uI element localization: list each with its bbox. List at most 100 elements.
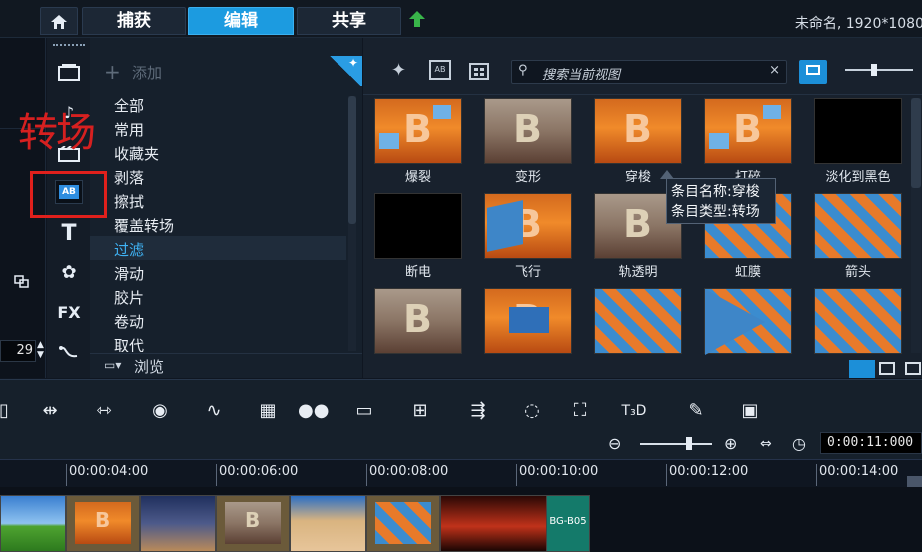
color-icon[interactable]: ◉ <box>146 400 174 422</box>
spin-arrows[interactable]: ▲ ▼ <box>37 340 44 360</box>
capture-icon[interactable]: ▣ <box>736 400 764 422</box>
transition-item[interactable] <box>695 288 795 378</box>
add-label: 添加 <box>132 64 163 82</box>
multi-icon[interactable]: ●● <box>298 400 329 422</box>
media-icon[interactable] <box>55 60 83 84</box>
fit-icon[interactable]: ⇔ <box>760 436 772 452</box>
clear-search-icon[interactable]: × <box>769 63 780 78</box>
video-track: B B BG-B05 <box>0 487 922 552</box>
motion-icon[interactable]: ⇶ <box>464 400 492 422</box>
category-panel: ✦ + 添加 全部 常用 收藏夹 剥落 擦拭 覆盖转场 过滤 滑动 胶片 卷动 … <box>90 38 362 378</box>
transition-clip[interactable] <box>366 495 440 552</box>
video-clip[interactable] <box>0 495 66 552</box>
tooltip-type: 条目类型:转场 <box>671 204 760 220</box>
video-clip[interactable] <box>440 495 548 552</box>
list-view-icon[interactable] <box>849 360 875 378</box>
timecode-display[interactable]: 0:00:11:000 <box>820 432 922 454</box>
category-item[interactable]: 滑动 <box>114 262 342 286</box>
background-clip[interactable]: BG-B05 <box>546 495 590 552</box>
search-box[interactable]: ⚲ 搜索当前视图 × <box>511 60 787 84</box>
category-item[interactable]: 全部 <box>114 94 342 118</box>
crop-icon[interactable]: ⛶ <box>566 400 594 422</box>
category-item[interactable]: 取代 <box>114 334 342 352</box>
3d-title-icon[interactable]: T₃D <box>620 400 648 422</box>
transition-label: 箭头 <box>844 265 871 280</box>
transition-item[interactable]: B 飞行 <box>475 193 575 285</box>
category-item[interactable]: 胶片 <box>114 286 342 310</box>
spin-value[interactable]: 29 <box>0 340 36 362</box>
browse-button[interactable]: ▭▾ 浏览 <box>90 353 362 379</box>
graphics-icon[interactable]: ✿ <box>55 260 83 284</box>
paint-icon[interactable]: ✎ <box>682 400 710 422</box>
link-icon[interactable] <box>14 274 30 288</box>
track-manager-icon[interactable]: ▯ <box>0 400 18 422</box>
transition-grid: B爆裂B变形B穿梭B打碎淡化到黑色断电B飞行B轨透明虹膜箭头BB <box>363 98 922 378</box>
transition-item[interactable]: B 变形 <box>475 98 575 190</box>
category-item-selected[interactable]: 过滤 <box>114 238 342 262</box>
audio-mix-icon[interactable]: ∿ <box>200 400 228 422</box>
apply-transition-icon[interactable]: AB <box>429 60 451 80</box>
transition-clip[interactable]: B <box>66 495 140 552</box>
transition-item[interactable]: B打碎 <box>695 98 795 190</box>
transition-label: 变形 <box>514 170 541 185</box>
category-item[interactable]: 擦拭 <box>114 190 342 214</box>
title-icon[interactable]: T <box>55 221 83 246</box>
annotation-box <box>30 171 107 218</box>
home-icon <box>51 15 67 29</box>
thumbnail-size-slider[interactable] <box>845 64 913 76</box>
transition-item[interactable]: B 爆裂 <box>365 98 465 190</box>
category-scrollbar[interactable] <box>348 96 356 351</box>
multicam-icon[interactable]: ⊞ <box>406 400 434 422</box>
browse-label: 浏览 <box>134 358 165 376</box>
transition-item[interactable]: B <box>365 288 465 378</box>
library-scrollbar[interactable] <box>911 98 921 353</box>
film-icon[interactable]: ▦ <box>254 400 282 422</box>
title-track-icon[interactable]: ▭ <box>350 400 378 422</box>
grid-options-icon[interactable] <box>469 60 491 80</box>
fx-icon[interactable]: FX <box>55 300 83 324</box>
transition-thumbnail <box>814 288 902 354</box>
scrollbar-thumb[interactable] <box>348 96 356 224</box>
transition-label: 虹膜 <box>734 265 761 280</box>
transition-item[interactable]: 淡化到黑色 <box>805 98 905 190</box>
category-item[interactable]: 收藏夹 <box>114 142 342 166</box>
thumbnail-view-button[interactable] <box>799 60 827 84</box>
path-icon[interactable] <box>55 340 83 364</box>
timeline-ruler[interactable]: 00:00:04:00 00:00:06:00 00:00:08:00 00:0… <box>0 459 922 488</box>
category-item[interactable]: 覆盖转场 <box>114 214 342 238</box>
category-item[interactable]: 常用 <box>114 118 342 142</box>
edit-view-icon[interactable] <box>905 362 921 375</box>
category-item[interactable]: 卷动 <box>114 310 342 334</box>
transition-item[interactable]: 箭头 <box>805 193 905 285</box>
upload-icon[interactable] <box>408 10 426 32</box>
mask-icon[interactable]: ◌ <box>518 400 546 422</box>
zoom-slider[interactable] <box>640 437 712 450</box>
trim-icon[interactable]: ⇹ <box>36 400 64 422</box>
transition-thumbnail: B <box>704 98 792 164</box>
transition-thumbnail: B <box>374 288 462 354</box>
search-icon: ⚲ <box>518 63 528 78</box>
search-placeholder: 搜索当前视图 <box>542 68 621 83</box>
transition-item[interactable]: B <box>475 288 575 378</box>
ruler-mark: 00:00:12:00 <box>669 464 749 479</box>
project-title: 未命名, 1920*1080 <box>794 16 922 32</box>
add-to-favorites-icon[interactable]: ✦ <box>391 60 406 81</box>
video-clip[interactable] <box>290 495 366 552</box>
video-clip[interactable] <box>140 495 216 552</box>
add-button[interactable]: + 添加 <box>90 60 362 86</box>
category-item[interactable]: 剥落 <box>114 166 342 190</box>
transition-label: 断电 <box>404 265 431 280</box>
tab-share[interactable]: 共享 <box>297 7 401 35</box>
transition-item[interactable] <box>585 288 685 378</box>
tab-edit[interactable]: 编辑 <box>188 7 294 35</box>
transition-label: 飞行 <box>514 265 541 280</box>
detail-view-icon[interactable] <box>879 362 895 375</box>
home-button[interactable] <box>40 7 78 35</box>
browse-icon: ▭▾ <box>104 358 122 372</box>
transition-item[interactable]: 断电 <box>365 193 465 285</box>
split-icon[interactable]: ⇿ <box>90 400 118 422</box>
transition-clip[interactable]: B <box>216 495 290 552</box>
zoom-in-icon[interactable]: ⊕ <box>724 434 737 453</box>
zoom-out-icon[interactable]: ⊖ <box>608 434 621 453</box>
tab-capture[interactable]: 捕获 <box>82 7 186 35</box>
